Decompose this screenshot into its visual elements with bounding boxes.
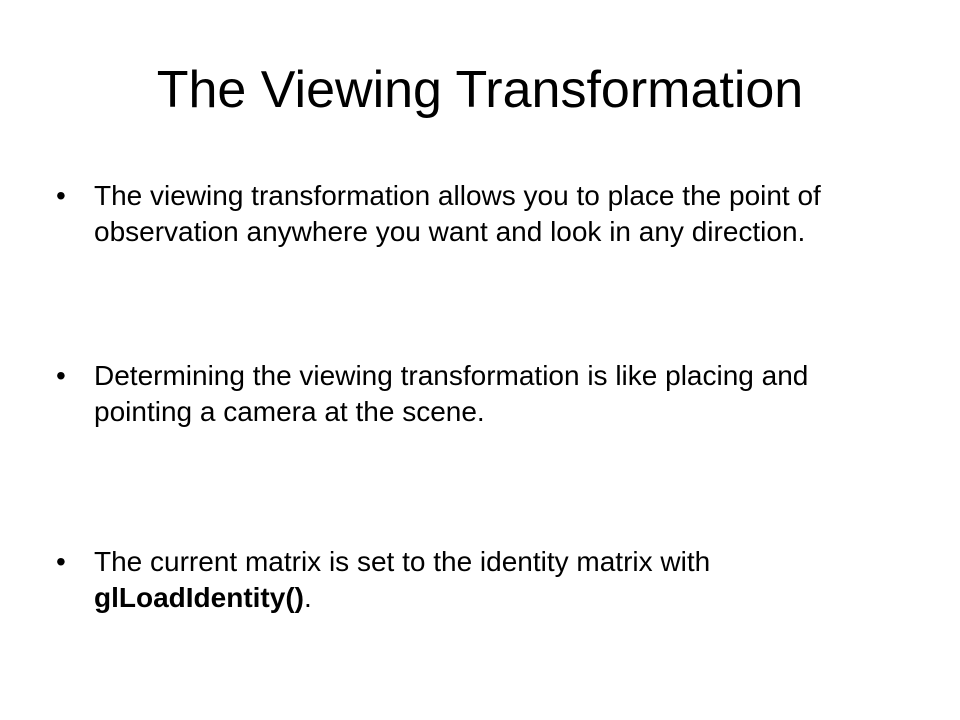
function-name: glLoadIdentity() <box>94 582 304 613</box>
bullet-text-before: The current matrix is set to the identit… <box>94 546 711 577</box>
bullet-icon: • <box>56 360 66 391</box>
slide: The Viewing Transformation • The viewing… <box>0 0 960 720</box>
bullet-icon: • <box>56 180 66 211</box>
bullet-text: The current matrix is set to the identit… <box>94 544 876 616</box>
bullet-text: The viewing transformation allows you to… <box>94 180 821 247</box>
slide-title: The Viewing Transformation <box>156 61 804 119</box>
bullet-text: Determining the viewing transformation i… <box>94 360 809 427</box>
bullet-item: • Determining the viewing transformation… <box>56 358 876 430</box>
bullet-item: • The current matrix is set to the ident… <box>56 544 876 616</box>
bullet-text-after: . <box>303 582 312 613</box>
bullet-icon: • <box>56 546 66 577</box>
bullet-item: • The viewing transformation allows you … <box>56 178 876 250</box>
